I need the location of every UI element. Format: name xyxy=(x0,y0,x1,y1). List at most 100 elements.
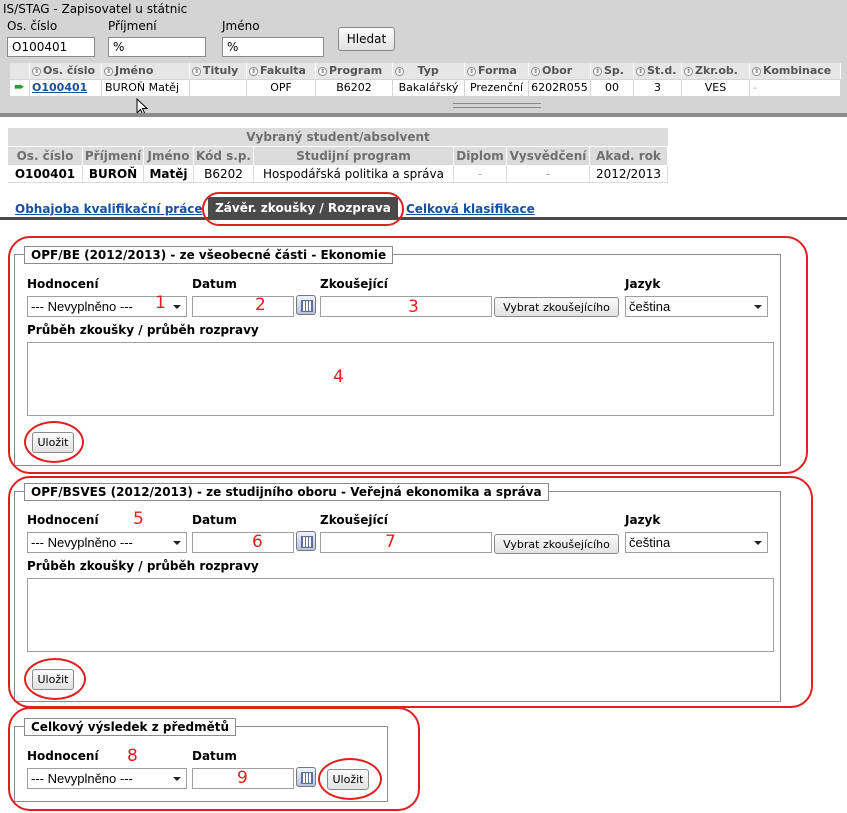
grid-cell-kombinace[interactable]: - xyxy=(750,80,841,96)
sort-icon[interactable]: ⇕ xyxy=(395,66,404,76)
save-button[interactable]: Uložit xyxy=(32,432,74,453)
section-studijni-obor-legend: OPF/BSVES (2012/2013) - ze studijního ob… xyxy=(24,483,549,501)
calendar-icon[interactable] xyxy=(296,767,316,787)
datum-label: Datum xyxy=(192,277,237,291)
sort-icon[interactable]: ⇕ xyxy=(249,66,258,76)
annotation-number-2: 2 xyxy=(255,295,266,315)
jmeno-label: Jméno xyxy=(222,19,260,33)
vybrat-zkousejiciho-button[interactable]: Vybrat zkoušejícího xyxy=(494,297,619,317)
prijmeni-input[interactable] xyxy=(108,37,206,57)
jazyk-label: Jazyk xyxy=(625,277,661,291)
sort-icon[interactable]: ⇕ xyxy=(752,66,761,76)
jazyk-select[interactable]: čeština xyxy=(625,296,768,317)
sort-icon[interactable]: ⇕ xyxy=(192,66,201,76)
calendar-icon[interactable] xyxy=(296,295,316,315)
grid-cell-os-cislo[interactable]: O100401 xyxy=(30,80,102,96)
grid-header-obor[interactable]: ⇕ Obor xyxy=(529,63,591,79)
grid-cell-jmeno[interactable]: BUROŇ Matěj xyxy=(102,80,190,96)
hledat-button[interactable]: Hledat xyxy=(338,27,395,51)
selected-student-title: Vybraný student/absolvent xyxy=(8,128,668,146)
grid-cell-typ[interactable]: Bakalářský xyxy=(393,80,465,96)
grid-cell-fakulta[interactable]: OPF xyxy=(247,80,316,96)
zkousejici-label: Zkoušející xyxy=(320,277,388,291)
sort-icon[interactable]: ⇕ xyxy=(531,66,540,76)
grid-cell-obor[interactable]: 6202R055 xyxy=(529,80,591,96)
annotation-number-4: 4 xyxy=(333,367,344,387)
student-link[interactable]: O100401 xyxy=(32,81,87,94)
grid-cell-zkrob[interactable]: VES xyxy=(682,80,750,96)
panel-splitter[interactable] xyxy=(0,113,847,117)
student-header-akad-rok: Akad. rok xyxy=(590,147,668,165)
datum-input[interactable] xyxy=(192,532,294,553)
student-header-jmeno: Jméno xyxy=(144,147,194,165)
tab-celkova-klasifikace[interactable]: Celková klasifikace xyxy=(406,202,535,216)
chevron-down-icon xyxy=(173,305,181,309)
annotation-number-5: 5 xyxy=(133,509,144,529)
sort-icon[interactable]: ⇕ xyxy=(467,66,476,76)
student-header-kod: Kód s.p. xyxy=(194,147,254,165)
hodnoceni-label: Hodnocení xyxy=(27,513,99,527)
grid-resize-handle[interactable] xyxy=(453,103,541,108)
student-cell-jmeno: Matěj xyxy=(144,165,194,183)
grid-header-typ[interactable]: ⇕ Typ xyxy=(393,63,465,79)
grid-header-std[interactable]: ⇕ St.d. xyxy=(634,63,682,79)
grid-cell-std[interactable]: 3 xyxy=(634,80,682,96)
zkousejici-label: Zkoušející xyxy=(320,513,388,527)
sort-icon[interactable]: ⇕ xyxy=(684,66,693,76)
grid-header-os-cislo[interactable]: ⇕ Os. číslo xyxy=(30,63,102,79)
grid-header-jmeno[interactable]: ⇕ Jméno xyxy=(102,63,190,79)
datum-label: Datum xyxy=(192,749,237,763)
tab-zaver-zkousky[interactable]: Závěr. zkoušky / Rozprava xyxy=(208,197,398,219)
grid-cell-forma[interactable]: Prezenční xyxy=(465,80,529,96)
hodnoceni-select[interactable]: --- Nevyplněno --- xyxy=(27,532,187,553)
save-button[interactable]: Uložit xyxy=(32,669,74,690)
row-selected-arrow-icon: ➨ xyxy=(10,80,30,96)
zkousejici-input[interactable] xyxy=(320,296,492,317)
grid-header-tituly[interactable]: ⇕ Tituly xyxy=(190,63,247,79)
prubeh-label: Průběh zkoušky / průběh rozpravy xyxy=(27,559,259,573)
calendar-icon[interactable] xyxy=(296,531,316,551)
student-cell-prijmeni: BUROŇ xyxy=(83,165,144,183)
tab-obhajoba[interactable]: Obhajoba kvalifikační práce xyxy=(15,202,203,216)
grid-cell-sp[interactable]: 00 xyxy=(591,80,634,96)
os-cislo-input[interactable] xyxy=(7,37,95,57)
grid-cell-tituly[interactable] xyxy=(190,80,247,96)
sort-icon[interactable]: ⇕ xyxy=(318,66,327,76)
jmeno-input[interactable] xyxy=(222,37,324,57)
prubeh-textarea[interactable] xyxy=(27,342,774,416)
annotation-number-8: 8 xyxy=(127,746,138,766)
grid-cell-program[interactable]: B6202 xyxy=(316,80,393,96)
student-header-os-cislo: Os. číslo xyxy=(8,147,83,165)
prubeh-textarea[interactable] xyxy=(27,578,774,652)
chevron-down-icon xyxy=(754,541,762,545)
grid-header-sp[interactable]: ⇕ Sp. xyxy=(591,63,634,79)
sort-icon[interactable]: ⇕ xyxy=(32,66,41,76)
sort-icon[interactable]: ⇕ xyxy=(104,66,113,76)
grid-header-zkrob[interactable]: ⇕ Zkr.ob. xyxy=(682,63,750,79)
grid-header-fakulta[interactable]: ⇕ Fakulta xyxy=(247,63,316,79)
tab-underline xyxy=(0,217,847,220)
datum-input[interactable] xyxy=(192,296,294,317)
grid-header-kombinace[interactable]: ⇕ Kombinace xyxy=(750,63,841,79)
student-header-vysvedceni: Vysvědčení xyxy=(507,147,590,165)
save-button[interactable]: Uložit xyxy=(327,769,369,790)
section-celkovy-vysledek xyxy=(14,726,388,802)
annotation-number-6: 6 xyxy=(252,532,263,552)
chevron-down-icon xyxy=(754,305,762,309)
student-cell-program: Hospodářská politika a správa xyxy=(254,165,454,183)
sort-icon[interactable]: ⇕ xyxy=(636,66,645,76)
annotation-number-7: 7 xyxy=(385,532,396,552)
sort-icon[interactable]: ⇕ xyxy=(593,66,602,76)
grid-header-forma[interactable]: ⇕ Forma xyxy=(465,63,529,79)
vybrat-zkousejiciho-button[interactable]: Vybrat zkoušejícího xyxy=(494,534,619,554)
grid-header-blank xyxy=(10,63,30,79)
jazyk-select[interactable]: čeština xyxy=(625,532,768,553)
student-header-diplom: Diplom xyxy=(454,147,507,165)
zkousejici-input[interactable] xyxy=(320,532,492,553)
student-cell-diplom: - xyxy=(454,165,507,183)
student-cell-os-cislo: O100401 xyxy=(8,165,83,183)
hodnoceni-select[interactable]: --- Nevyplněno --- xyxy=(27,768,187,789)
prijmeni-label: Příjmení xyxy=(108,19,157,33)
grid-header-program[interactable]: ⇕ Program xyxy=(316,63,393,79)
annotation-number-3: 3 xyxy=(408,297,419,317)
